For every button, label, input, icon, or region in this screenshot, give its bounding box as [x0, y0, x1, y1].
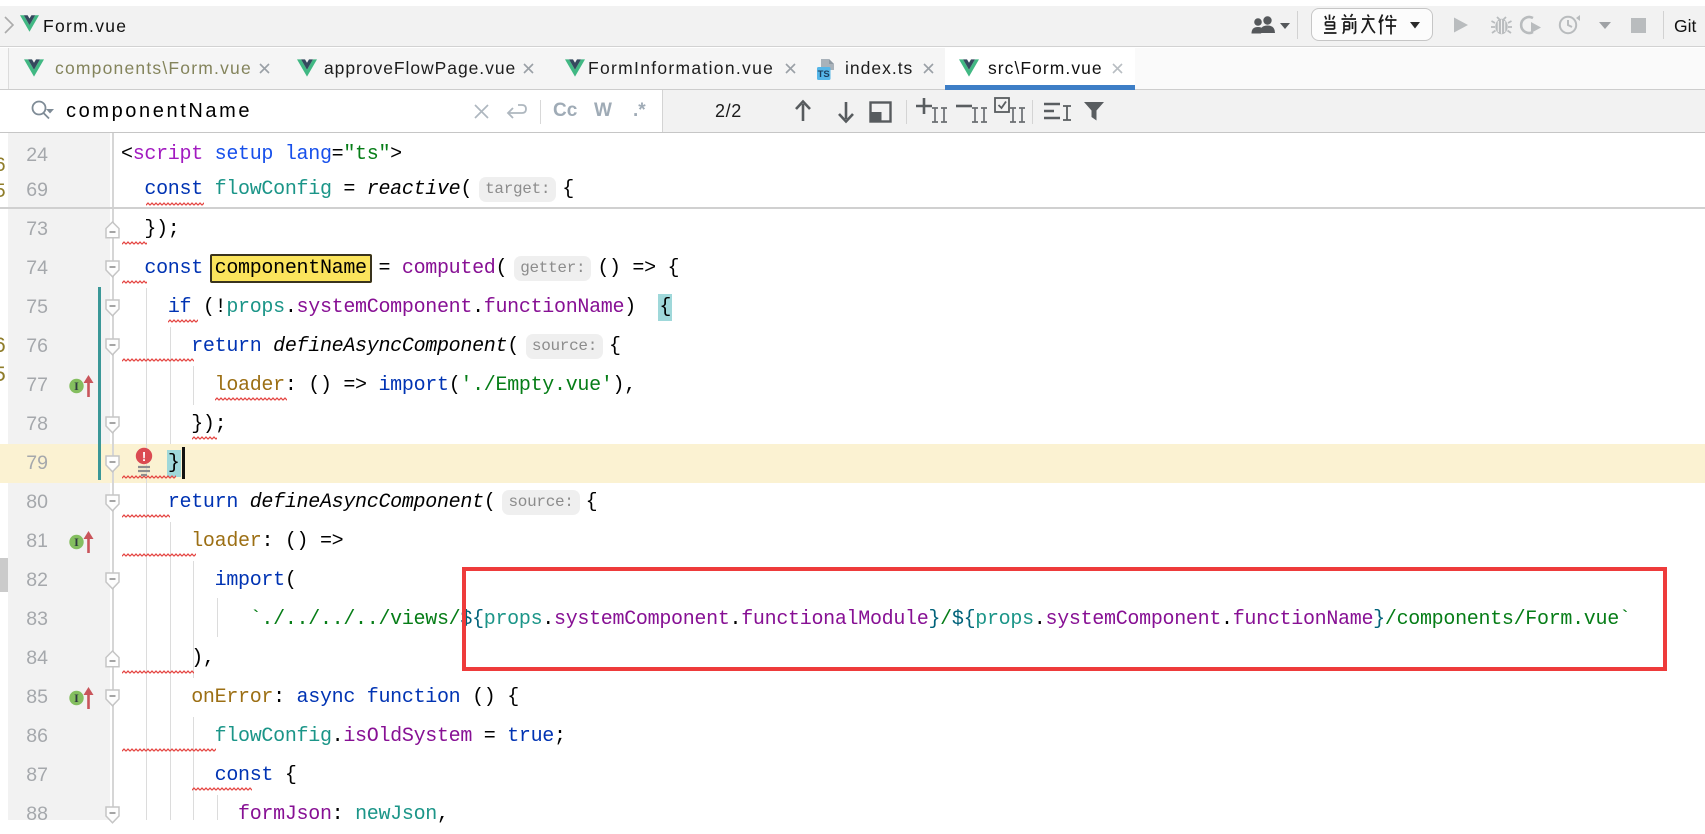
svg-text:!: !: [142, 449, 146, 464]
svg-text:I: I: [74, 535, 79, 549]
svg-text:TS: TS: [818, 69, 830, 80]
svg-text:I: I: [74, 379, 79, 393]
svg-text:I: I: [74, 691, 79, 705]
